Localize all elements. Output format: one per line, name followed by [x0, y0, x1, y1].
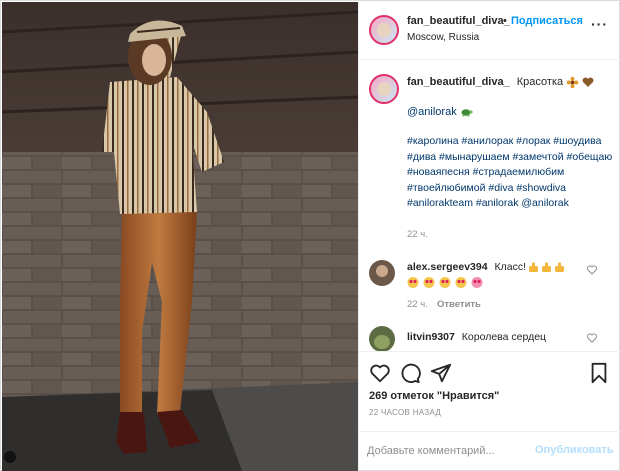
comment-username[interactable]: alex.sergeev394	[407, 261, 488, 273]
more-icon[interactable]: ···	[591, 16, 608, 32]
turtle-emoji-icon	[461, 109, 473, 117]
heart-icon[interactable]	[369, 362, 391, 384]
publish-button[interactable]: Опубликовать	[535, 444, 614, 456]
comment-time: 22 ч.	[407, 299, 428, 310]
comment-body: alex.sergeev394 Класс!	[407, 260, 567, 290]
share-icon[interactable]	[430, 362, 452, 384]
comment-text: Королева сердец	[461, 331, 547, 343]
comment-input[interactable]	[367, 441, 527, 461]
post-photo-illustration	[2, 2, 358, 471]
post-location[interactable]: Moscow, Russia	[407, 32, 479, 43]
comment-body: litvin9307 Королева сердец	[407, 330, 546, 345]
commenter-avatar[interactable]	[369, 326, 395, 351]
instagram-post-frame: fan_beautiful_diva_ • Подписаться Moscow…	[0, 0, 620, 471]
author-avatar[interactable]	[369, 15, 399, 45]
comment-like-heart-icon[interactable]	[587, 333, 597, 343]
likes-count[interactable]: 269 отметок "Нравится"	[369, 390, 499, 402]
post-details-panel: fan_beautiful_diva_ • Подписаться Moscow…	[358, 2, 620, 471]
author-username[interactable]: fan_beautiful_diva_	[407, 15, 510, 27]
caption-time: 22 ч.	[407, 229, 428, 240]
post-photo[interactable]	[2, 2, 358, 471]
comments-section[interactable]: fan_beautiful_diva_ Красотка @anilorak #…	[359, 61, 620, 351]
header-separator: •	[503, 15, 507, 27]
caption-mention[interactable]: @anilorak	[407, 106, 457, 118]
post-header: fan_beautiful_diva_ • Подписаться Moscow…	[359, 2, 620, 60]
posted-time: 22 ЧАСОВ НАЗАД	[369, 408, 442, 417]
comment-username[interactable]: litvin9307	[407, 331, 455, 343]
bookmark-icon[interactable]	[588, 362, 610, 384]
comment-like-heart-icon[interactable]	[587, 265, 597, 275]
caption-hashtags[interactable]: #каролина #анилорак #лорак #шоудива #див…	[407, 134, 617, 212]
commenter-avatar[interactable]	[369, 260, 395, 286]
caption-author-avatar[interactable]	[369, 74, 399, 104]
heart-eyes-emoji-icon	[407, 276, 483, 288]
caption-username[interactable]: fan_beautiful_diva_	[407, 76, 510, 88]
caption: fan_beautiful_diva_ Красотка @anilorak	[407, 75, 612, 120]
comment-text: Класс!	[494, 261, 527, 273]
thumbs-up-emoji-icon	[528, 262, 564, 272]
reply-button[interactable]: Ответить	[437, 299, 481, 310]
caption-text: Красотка	[516, 76, 564, 88]
photo-indicator-dot	[4, 451, 16, 463]
post-actions-bar: 269 отметок "Нравится" 22 ЧАСОВ НАЗАД	[359, 351, 620, 431]
comment-composer: Опубликовать	[359, 431, 620, 471]
comment-icon[interactable]	[399, 362, 421, 384]
brown-heart-emoji-icon	[582, 77, 594, 87]
follow-button[interactable]: Подписаться	[511, 15, 583, 27]
flower-emoji-icon	[566, 76, 579, 88]
